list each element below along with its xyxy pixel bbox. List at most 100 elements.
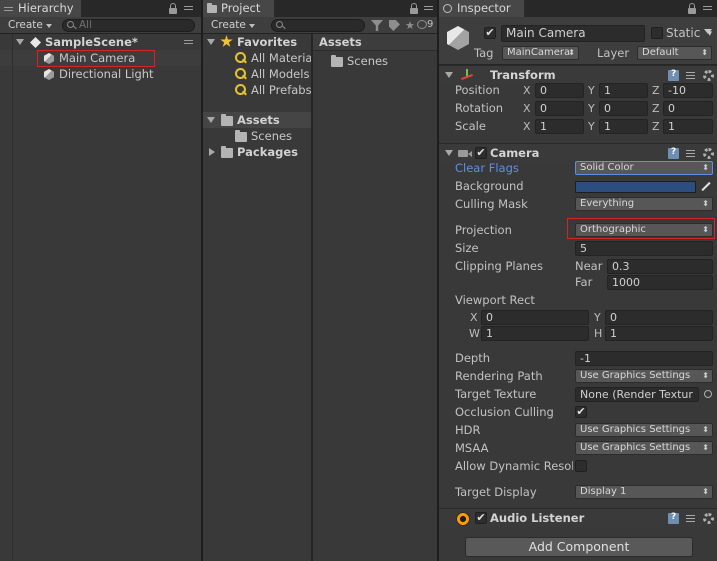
help-book-icon[interactable]	[668, 512, 679, 524]
background-color-field[interactable]	[575, 181, 696, 193]
create-button[interactable]: Create	[206, 18, 258, 33]
hierarchy-search-input[interactable]: All	[62, 19, 195, 32]
gear-icon[interactable]	[703, 513, 714, 524]
hidden-count: 9	[427, 19, 434, 30]
clipping-planes-label: Clipping Planes	[455, 259, 543, 273]
eyedropper-icon[interactable]	[701, 182, 710, 191]
scale-y-field[interactable]: 1	[599, 119, 648, 134]
breadcrumb-assets[interactable]: Assets	[319, 35, 362, 49]
favorite-star-icon[interactable]: ★	[405, 19, 415, 32]
size-field[interactable]: 5	[575, 241, 713, 256]
projection-dropdown[interactable]: Orthographic	[575, 223, 713, 237]
lock-icon[interactable]	[409, 3, 419, 14]
favorite-item[interactable]: All Models	[203, 66, 311, 82]
far-field[interactable]: 1000	[607, 275, 713, 290]
object-name-field[interactable]: Main Camera	[501, 25, 645, 42]
clear-flags-dropdown[interactable]: Solid Color	[575, 161, 713, 175]
packages-foldout-icon[interactable]	[209, 148, 215, 156]
filter-type-icon[interactable]	[371, 20, 383, 31]
camera-foldout-icon[interactable]	[445, 150, 453, 156]
content-item-scenes[interactable]: Scenes	[313, 53, 437, 69]
project-search-input[interactable]	[271, 19, 365, 32]
inspector-panel: Inspector ▾ ✔ Main Camera Static Tag Mai…	[439, 0, 717, 561]
gear-icon[interactable]	[703, 70, 714, 81]
scenes-folder-row[interactable]: Scenes	[203, 128, 311, 144]
rotation-z-field[interactable]: 0	[663, 101, 713, 116]
eye-icon[interactable]	[417, 20, 427, 29]
position-y-field[interactable]: 1	[599, 83, 648, 98]
object-picker-icon[interactable]	[704, 390, 712, 398]
scale-x-field[interactable]: 1	[535, 119, 584, 134]
search-query-icon	[235, 52, 246, 63]
transform-title: Transform	[490, 68, 556, 82]
viewport-w-field[interactable]: 1	[481, 326, 589, 341]
viewport-y-field[interactable]: 0	[605, 310, 713, 325]
help-book-icon[interactable]	[668, 147, 679, 159]
position-x-field[interactable]: 0	[535, 83, 584, 98]
favorites-foldout-icon[interactable]	[207, 39, 215, 45]
gear-icon[interactable]	[703, 148, 714, 159]
tab-hierarchy[interactable]: Hierarchy	[0, 0, 82, 17]
rotation-x-field[interactable]: 0	[535, 101, 584, 116]
rotation-y-field[interactable]: 0	[599, 101, 648, 116]
packages-label: Packages	[237, 145, 298, 159]
scene-row[interactable]: SampleScene*	[0, 34, 201, 50]
favorites-row[interactable]: Favorites	[203, 34, 311, 50]
hdr-dropdown[interactable]: Use Graphics Settings	[575, 423, 713, 437]
rendering-path-label: Rendering Path	[455, 369, 543, 383]
scene-menu-icon[interactable]	[184, 37, 194, 48]
layer-dropdown[interactable]: Default	[637, 46, 712, 60]
favorite-item[interactable]: All Materia	[203, 50, 312, 66]
position-z-field[interactable]: -10	[663, 83, 713, 98]
culling-mask-dropdown[interactable]: Everything	[575, 197, 713, 211]
occlusion-culling-label: Occlusion Culling	[455, 405, 554, 419]
packages-row[interactable]: Packages	[203, 144, 311, 160]
allow-dynamic-resolution-checkbox[interactable]	[575, 460, 587, 472]
near-field[interactable]: 0.3	[607, 259, 713, 274]
panel-menu-icon[interactable]	[424, 3, 434, 14]
add-component-button[interactable]: Add Component	[465, 537, 693, 557]
search-icon	[276, 21, 283, 28]
scale-z-field[interactable]: 1	[663, 119, 713, 134]
camera-enabled-checkbox[interactable]: ✔	[475, 147, 487, 159]
lock-icon[interactable]	[687, 3, 697, 14]
preset-sliders-icon[interactable]	[685, 70, 696, 81]
hierarchy-item-directional-light[interactable]: Directional Light	[0, 66, 201, 82]
tag-dropdown[interactable]: MainCamera	[502, 46, 579, 60]
occlusion-culling-checkbox[interactable]: ✔	[575, 406, 587, 418]
label-tag-icon[interactable]	[389, 20, 400, 31]
position-label: Position	[455, 83, 500, 97]
tab-inspector[interactable]: Inspector	[439, 0, 525, 17]
target-texture-field[interactable]: None (Render Textur	[575, 387, 699, 402]
static-checkbox[interactable]	[651, 27, 663, 39]
rendering-path-dropdown[interactable]: Use Graphics Settings	[575, 369, 713, 383]
panel-menu-icon[interactable]	[703, 3, 713, 14]
assets-row[interactable]: Assets	[203, 112, 311, 128]
audio-listener-header[interactable]: ✔ Audio Listener	[439, 508, 717, 527]
scenes-folder-label: Scenes	[251, 129, 293, 143]
clear-flags-label: Clear Flags	[455, 161, 519, 175]
scene-foldout-icon[interactable]	[16, 39, 24, 45]
tab-project[interactable]: Project	[203, 0, 275, 17]
active-checkbox[interactable]: ✔	[484, 27, 496, 39]
transform-foldout-icon[interactable]	[445, 72, 453, 78]
viewport-x-field[interactable]: 0	[481, 310, 589, 325]
static-dropdown-icon[interactable]	[704, 29, 712, 34]
msaa-dropdown[interactable]: Use Graphics Settings	[575, 441, 713, 455]
assets-foldout-icon[interactable]	[207, 117, 215, 123]
x-axis-label: X	[523, 84, 531, 97]
create-button[interactable]: Create	[3, 18, 55, 33]
folder-icon	[235, 130, 247, 142]
target-display-dropdown[interactable]: Display 1	[575, 485, 713, 499]
w-label: W	[469, 327, 480, 340]
hierarchy-item-main-camera[interactable]: Main Camera	[0, 50, 201, 66]
panel-menu-icon[interactable]	[184, 3, 194, 14]
help-book-icon[interactable]	[668, 69, 679, 81]
preset-sliders-icon[interactable]	[685, 513, 696, 524]
depth-field[interactable]: -1	[575, 351, 713, 366]
viewport-h-field[interactable]: 1	[605, 326, 713, 341]
preset-sliders-icon[interactable]	[685, 148, 696, 159]
favorite-item[interactable]: All Prefabs	[203, 82, 312, 98]
audio-listener-enabled-checkbox[interactable]: ✔	[475, 512, 487, 524]
lock-icon[interactable]	[168, 3, 178, 14]
